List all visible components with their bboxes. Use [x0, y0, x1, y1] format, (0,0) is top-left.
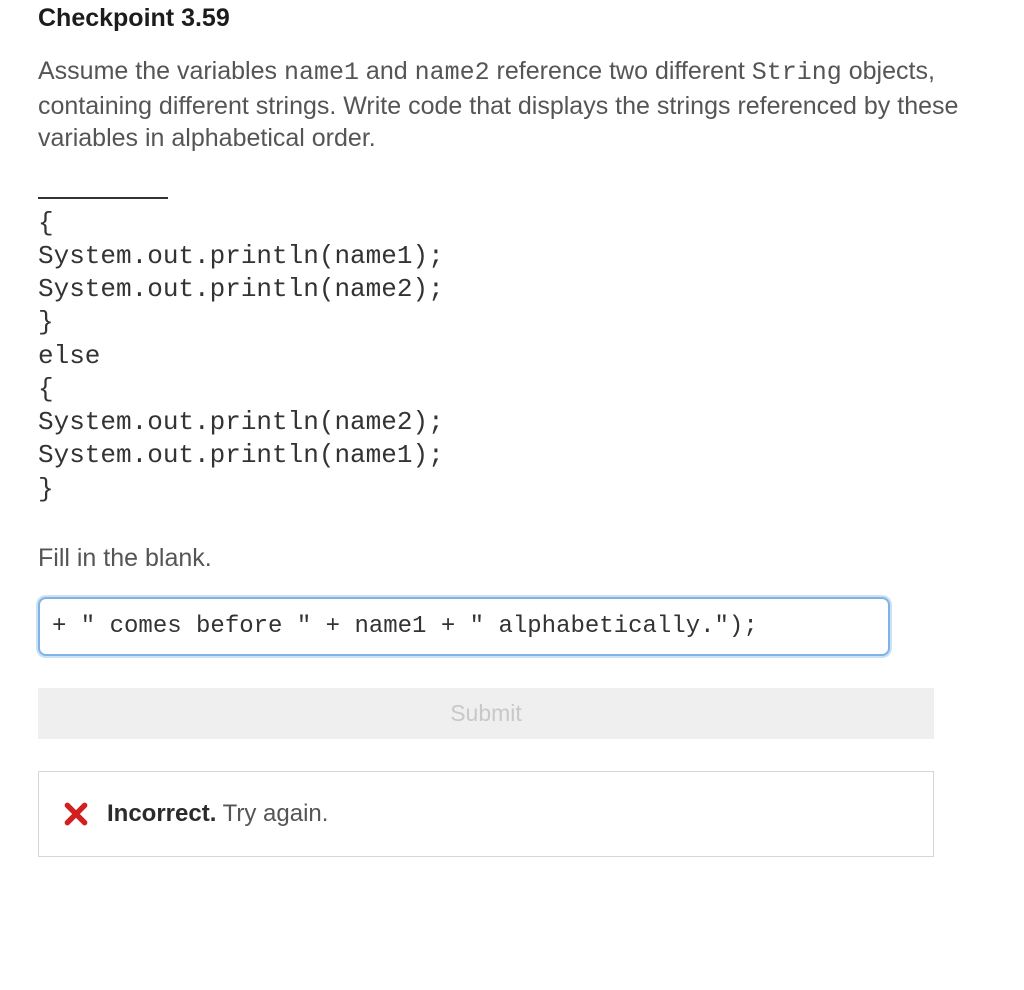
- inline-code-string: String: [752, 58, 842, 87]
- question-text: Assume the variables name1 and name2 ref…: [38, 55, 986, 155]
- answer-input[interactable]: [38, 597, 890, 656]
- feedback-rest: Try again.: [216, 800, 328, 827]
- fill-blank-line: [38, 197, 168, 199]
- submit-button[interactable]: Submit: [38, 688, 934, 739]
- inline-code-name2: name2: [415, 58, 490, 87]
- question-part: and: [359, 57, 415, 85]
- feedback-box: Incorrect. Try again.: [38, 771, 934, 857]
- incorrect-x-icon: [63, 801, 89, 827]
- fill-prompt: Fill in the blank.: [38, 544, 986, 573]
- question-part: Assume the variables: [38, 57, 284, 85]
- checkpoint-container: Checkpoint 3.59 Assume the variables nam…: [0, 0, 1024, 887]
- question-part: reference two different: [490, 57, 752, 85]
- feedback-status: Incorrect.: [107, 800, 216, 827]
- feedback-text: Incorrect. Try again.: [107, 800, 328, 828]
- checkpoint-title: Checkpoint 3.59: [38, 4, 986, 33]
- inline-code-name1: name1: [284, 58, 359, 87]
- code-block: { System.out.println(name1); System.out.…: [38, 207, 986, 506]
